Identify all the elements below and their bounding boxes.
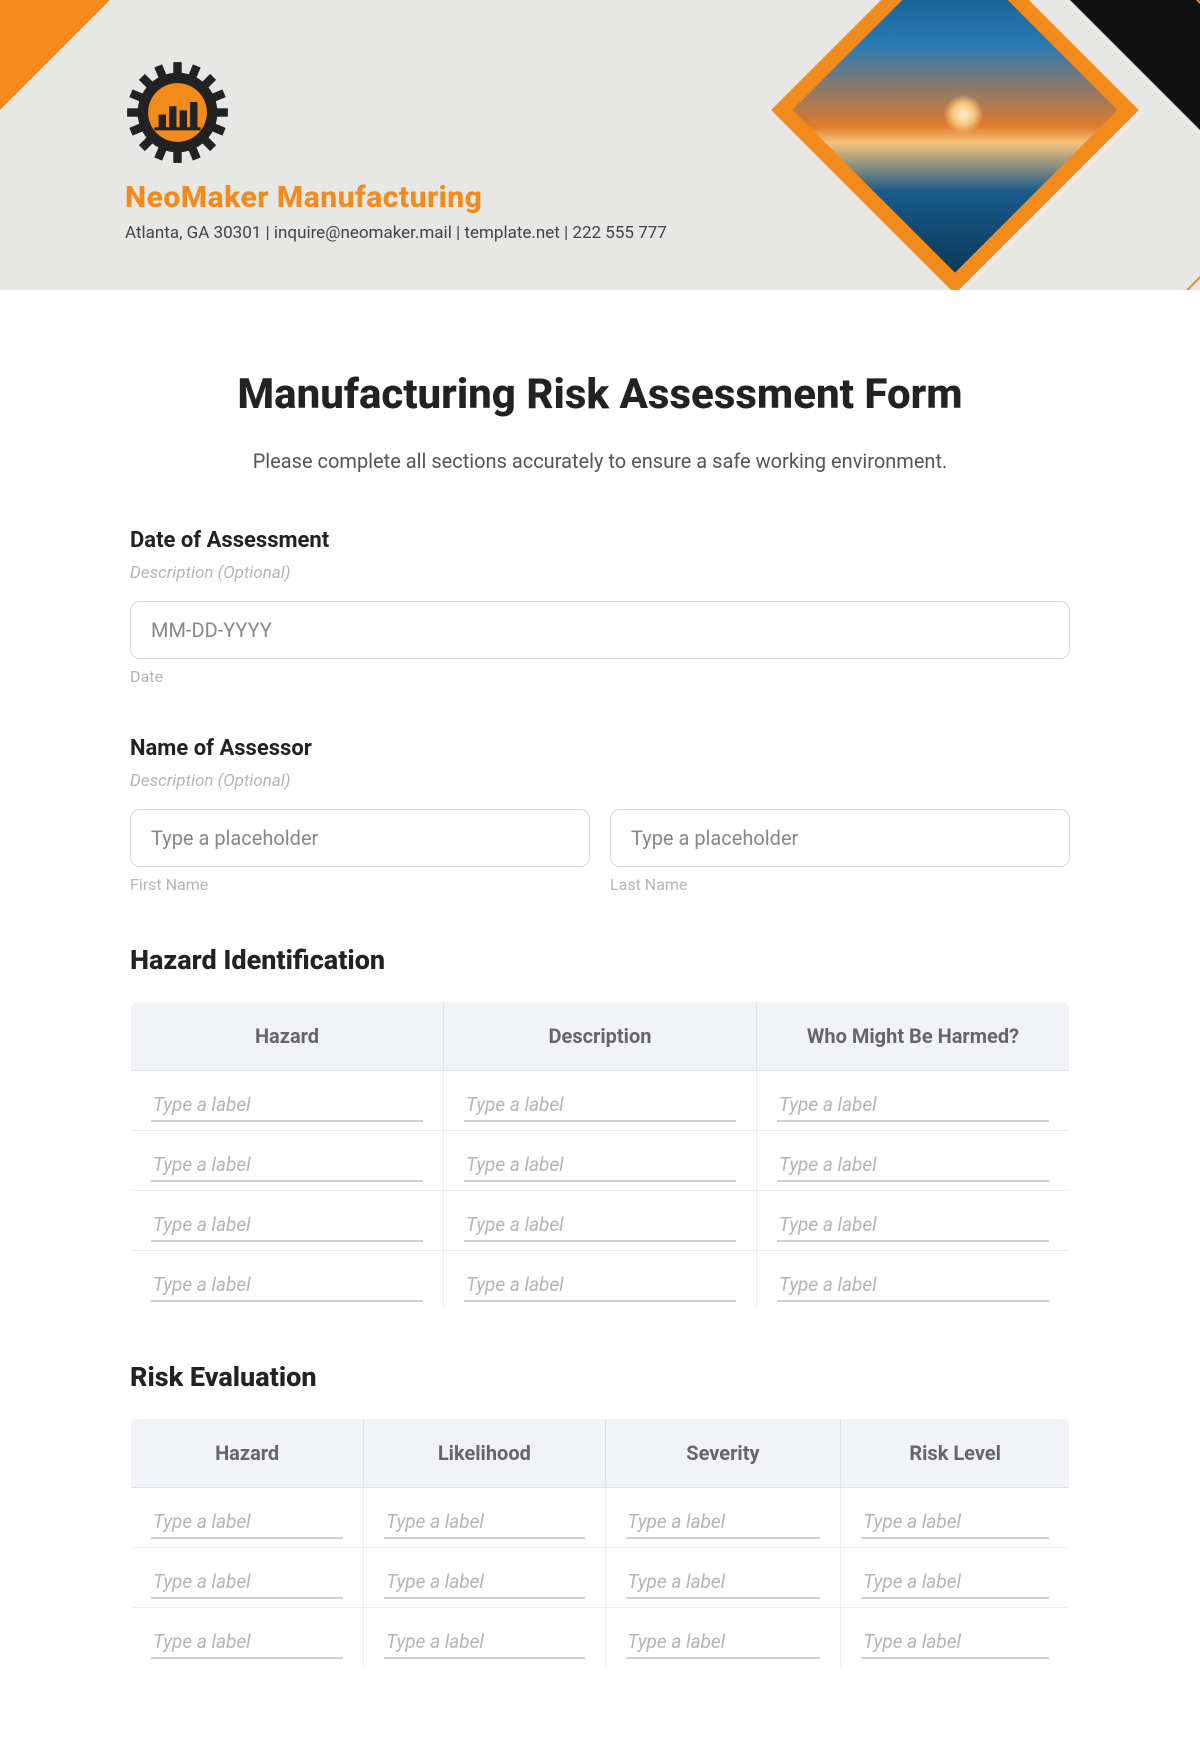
assessor-label: Name of Assessor [130, 736, 1070, 761]
first-name-input[interactable] [130, 809, 590, 867]
table-row [131, 1131, 1070, 1191]
table-row [131, 1548, 1070, 1608]
gear-logo-icon [125, 60, 230, 165]
table-cell-input[interactable] [777, 1207, 1049, 1242]
table-row [131, 1191, 1070, 1251]
hazard-id-title: Hazard Identification [130, 944, 1070, 976]
table-cell-input[interactable] [151, 1504, 343, 1539]
risk-eval-table: HazardLikelihoodSeverityRisk Level [130, 1418, 1070, 1668]
hazard-id-table: HazardDescriptionWho Might Be Harmed? [130, 1001, 1070, 1311]
logo-block: NeoMaker Manufacturing Atlanta, GA 30301… [125, 60, 667, 243]
table-cell-input[interactable] [464, 1267, 736, 1302]
risk-eval-title: Risk Evaluation [130, 1361, 1070, 1393]
last-name-sublabel: Last Name [610, 875, 1070, 894]
date-input[interactable] [130, 601, 1070, 659]
table-cell-input[interactable] [151, 1624, 343, 1659]
table-cell-input[interactable] [151, 1267, 423, 1302]
table-cell-input[interactable] [151, 1207, 423, 1242]
header-banner: NeoMaker Manufacturing Atlanta, GA 30301… [0, 0, 1200, 290]
company-name: NeoMaker Manufacturing [125, 180, 667, 215]
table-cell-input[interactable] [777, 1147, 1049, 1182]
table-cell-input[interactable] [384, 1564, 584, 1599]
table-cell-input[interactable] [151, 1147, 423, 1182]
assessor-desc: Description (Optional) [130, 771, 1070, 791]
assessor-field-block: Name of Assessor Description (Optional) … [130, 736, 1070, 894]
table-cell-input[interactable] [464, 1207, 736, 1242]
table-cell-input[interactable] [384, 1504, 584, 1539]
table-header: Who Might Be Harmed? [757, 1002, 1070, 1071]
table-header: Hazard [131, 1002, 444, 1071]
table-cell-input[interactable] [626, 1624, 821, 1659]
table-cell-input[interactable] [626, 1564, 821, 1599]
last-name-input[interactable] [610, 809, 1070, 867]
table-cell-input[interactable] [464, 1087, 736, 1122]
table-header: Description [444, 1002, 757, 1071]
date-label: Date of Assessment [130, 528, 1070, 553]
table-cell-input[interactable] [151, 1087, 423, 1122]
table-header: Hazard [131, 1419, 364, 1488]
table-cell-input[interactable] [626, 1504, 821, 1539]
form-content: Manufacturing Risk Assessment Form Pleas… [0, 290, 1200, 1758]
table-cell-input[interactable] [464, 1147, 736, 1182]
first-name-sublabel: First Name [130, 875, 590, 894]
table-row [131, 1251, 1070, 1311]
date-sublabel: Date [130, 667, 1070, 686]
table-header: Severity [605, 1419, 841, 1488]
form-intro: Please complete all sections accurately … [130, 449, 1070, 473]
table-cell-input[interactable] [861, 1504, 1049, 1539]
table-cell-input[interactable] [861, 1564, 1049, 1599]
table-cell-input[interactable] [861, 1624, 1049, 1659]
table-row [131, 1608, 1070, 1668]
date-field-block: Date of Assessment Description (Optional… [130, 528, 1070, 686]
table-cell-input[interactable] [151, 1564, 343, 1599]
table-header: Risk Level [841, 1419, 1070, 1488]
table-row [131, 1071, 1070, 1131]
contact-line: Atlanta, GA 30301 | inquire@neomaker.mai… [125, 223, 667, 243]
table-header: Likelihood [364, 1419, 605, 1488]
table-cell-input[interactable] [777, 1087, 1049, 1122]
decor-triangle-left [0, 0, 110, 110]
table-row [131, 1488, 1070, 1548]
date-desc: Description (Optional) [130, 563, 1070, 583]
form-title: Manufacturing Risk Assessment Form [130, 370, 1070, 419]
table-cell-input[interactable] [777, 1267, 1049, 1302]
table-cell-input[interactable] [384, 1624, 584, 1659]
